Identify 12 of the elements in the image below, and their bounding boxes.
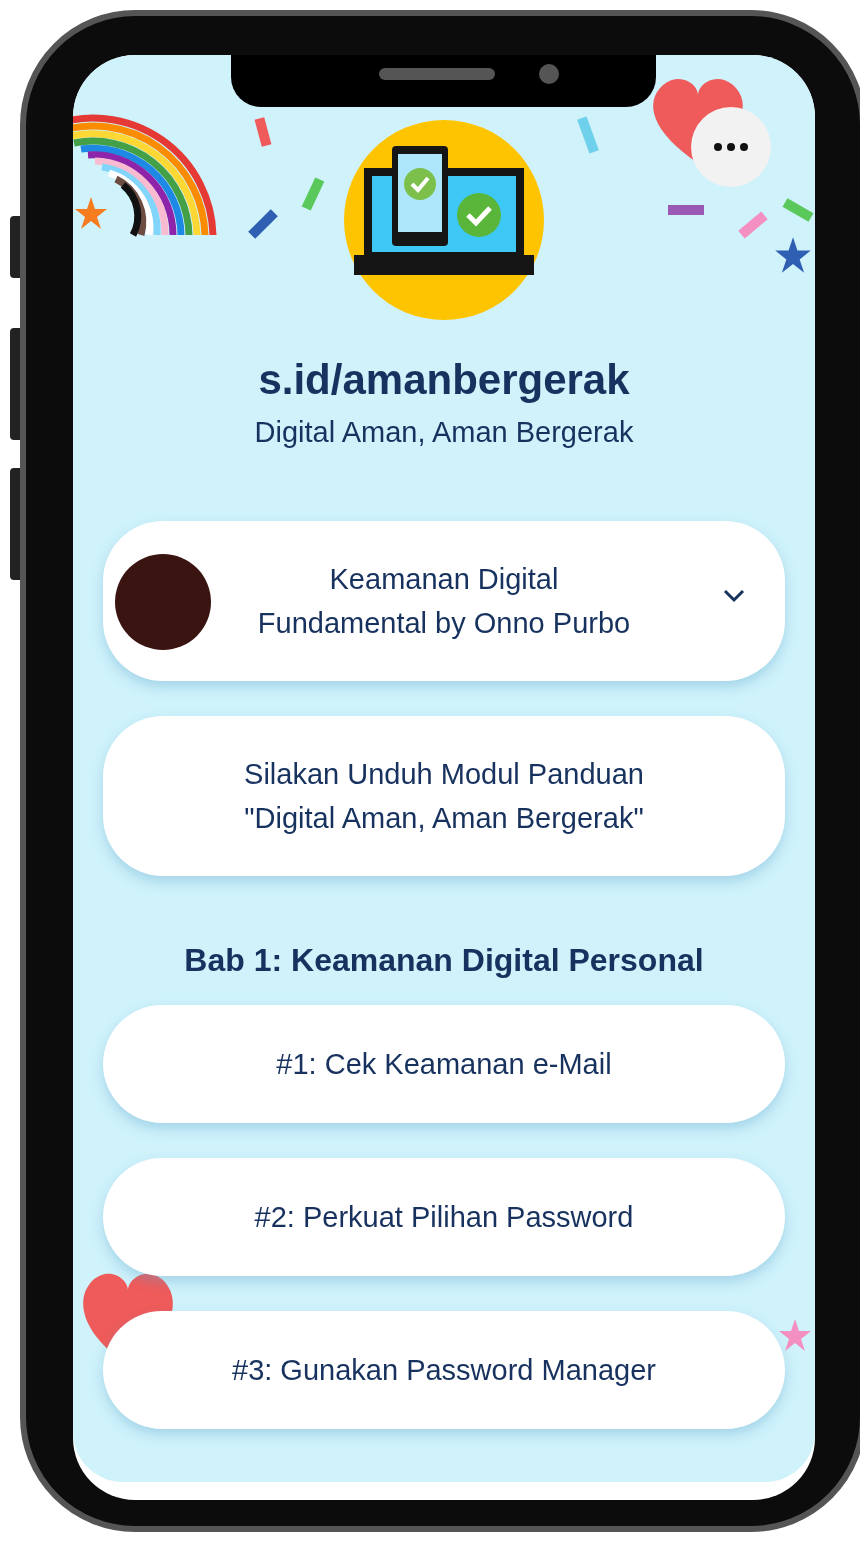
link-button[interactable]: #3: Gunakan Password Manager bbox=[103, 1311, 785, 1429]
link-button[interactable]: #2: Perkuat Pilihan Password bbox=[103, 1158, 785, 1276]
more-icon bbox=[714, 143, 748, 151]
profile-tagline: Digital Aman, Aman Bergerak bbox=[254, 416, 634, 449]
link-button[interactable]: #1: Cek Keamanan e-Mail bbox=[103, 1005, 785, 1123]
link-button[interactable]: Silakan Unduh Modul Panduan "Digital Aman, Aman Bergerak" bbox=[103, 716, 785, 876]
link-button[interactable]: Keamanan Digital Fundamental by Onno Purbo bbox=[103, 521, 785, 681]
star-icon bbox=[73, 195, 109, 231]
speaker-and-camera-icon bbox=[379, 64, 559, 84]
profile-handle: s.id/amanbergerak bbox=[258, 356, 630, 404]
section-heading: Bab 1: Keamanan Digital Personal bbox=[184, 942, 704, 979]
star-icon bbox=[777, 1317, 813, 1353]
